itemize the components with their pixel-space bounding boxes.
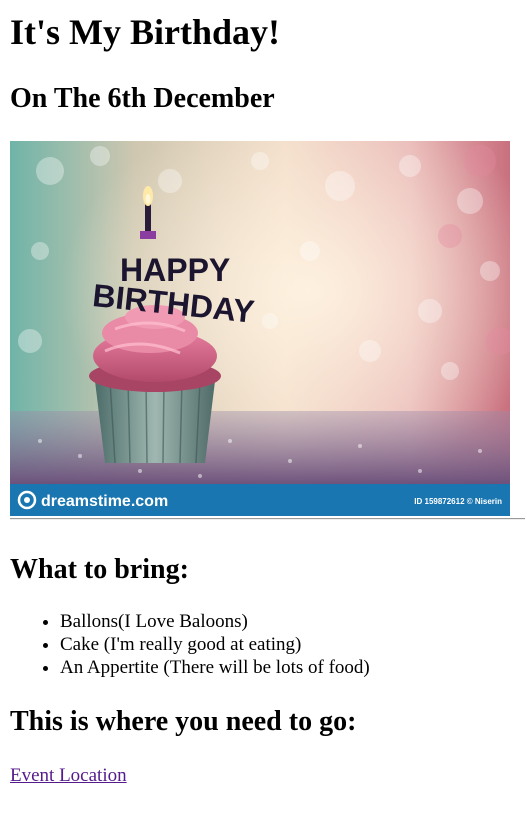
event-location-link[interactable]: Event Location — [10, 764, 127, 787]
bring-heading: What to bring: — [10, 554, 189, 585]
bring-list: Ballons(I Love Baloons) Cake (I'm really… — [10, 610, 370, 679]
page-subtitle: On The 6th December — [10, 83, 275, 114]
watermark-id: ID 159872612 © Niserin — [414, 497, 502, 506]
watermark-brand: dreamstime.com — [41, 493, 168, 510]
birthday-cupcake-image: HAPPY BIRTHDAY dreamstime.com ID 1598726… — [10, 141, 510, 516]
page-title: It's My Birthday! — [10, 12, 280, 52]
divider — [10, 518, 525, 520]
list-item: Cake (I'm really good at eating) — [60, 633, 370, 656]
list-item: An Appertite (There will be lots of food… — [60, 656, 370, 679]
list-item: Ballons(I Love Baloons) — [60, 610, 370, 633]
location-heading: This is where you need to go: — [10, 706, 357, 737]
